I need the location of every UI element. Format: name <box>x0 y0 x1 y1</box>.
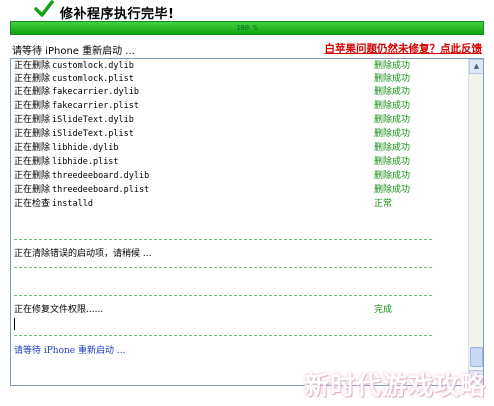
log-separator <box>14 267 432 268</box>
log-line: 正在删除 threedeeboard.dylib 删除成功 <box>14 171 411 181</box>
watermark: 新时代游戏攻略 <box>303 371 486 400</box>
log-line: 请等待 iPhone 重新启动 ... <box>14 346 126 356</box>
log-line: 正在删除 iSlideText.plist 删除成功 <box>14 129 411 139</box>
scroll-up-icon[interactable]: ▲ <box>469 59 483 74</box>
log-separator <box>14 295 432 296</box>
log-line: 正在清除错误的启动项，请稍候 ... <box>14 249 152 259</box>
scrollbar[interactable]: ▲ ▼ <box>468 59 483 385</box>
log-separator <box>14 335 432 336</box>
log-line: 正在删除 fakecarrier.plist 删除成功 <box>14 101 411 111</box>
log-line: 正在修复文件权限...... 完成 <box>14 305 393 315</box>
status-text: 请等待 iPhone 重新启动 ... <box>12 46 135 57</box>
log-line: 正在删除 libhide.dylib 删除成功 <box>14 143 411 153</box>
log-line: 正在删除 customlock.dylib 删除成功 <box>14 61 411 71</box>
scroll-thumb[interactable] <box>470 347 483 367</box>
progress-label: 100 % <box>236 24 258 32</box>
feedback-link[interactable]: 白苹果问题仍然未修复？点此反馈 <box>325 41 483 56</box>
log-line: 正在删除 libhide.plist 删除成功 <box>14 157 411 167</box>
log-separator <box>14 239 432 240</box>
log-line: 正在删除 threedeeboard.plist 删除成功 <box>14 185 411 195</box>
page-title: 修补程序执行完毕! <box>60 7 175 22</box>
log-line: 正在检查 installd 正常 <box>14 199 393 209</box>
log-content: 正在删除 customlock.dylib 删除成功 正在删除 customlock.… <box>12 59 468 385</box>
log-line: 正在删除 customlock.plist 删除成功 <box>14 74 411 84</box>
checkmark-icon <box>34 0 54 17</box>
text-caret <box>14 318 15 330</box>
log-output[interactable]: 正在删除 customlock.dylib 删除成功 正在删除 customlock.… <box>10 58 484 386</box>
log-line: 正在删除 iSlideText.dylib 删除成功 <box>14 115 411 125</box>
progress-bar: 100 % <box>10 21 484 35</box>
log-line: 正在删除 fakecarrier.dylib 删除成功 <box>14 87 411 97</box>
